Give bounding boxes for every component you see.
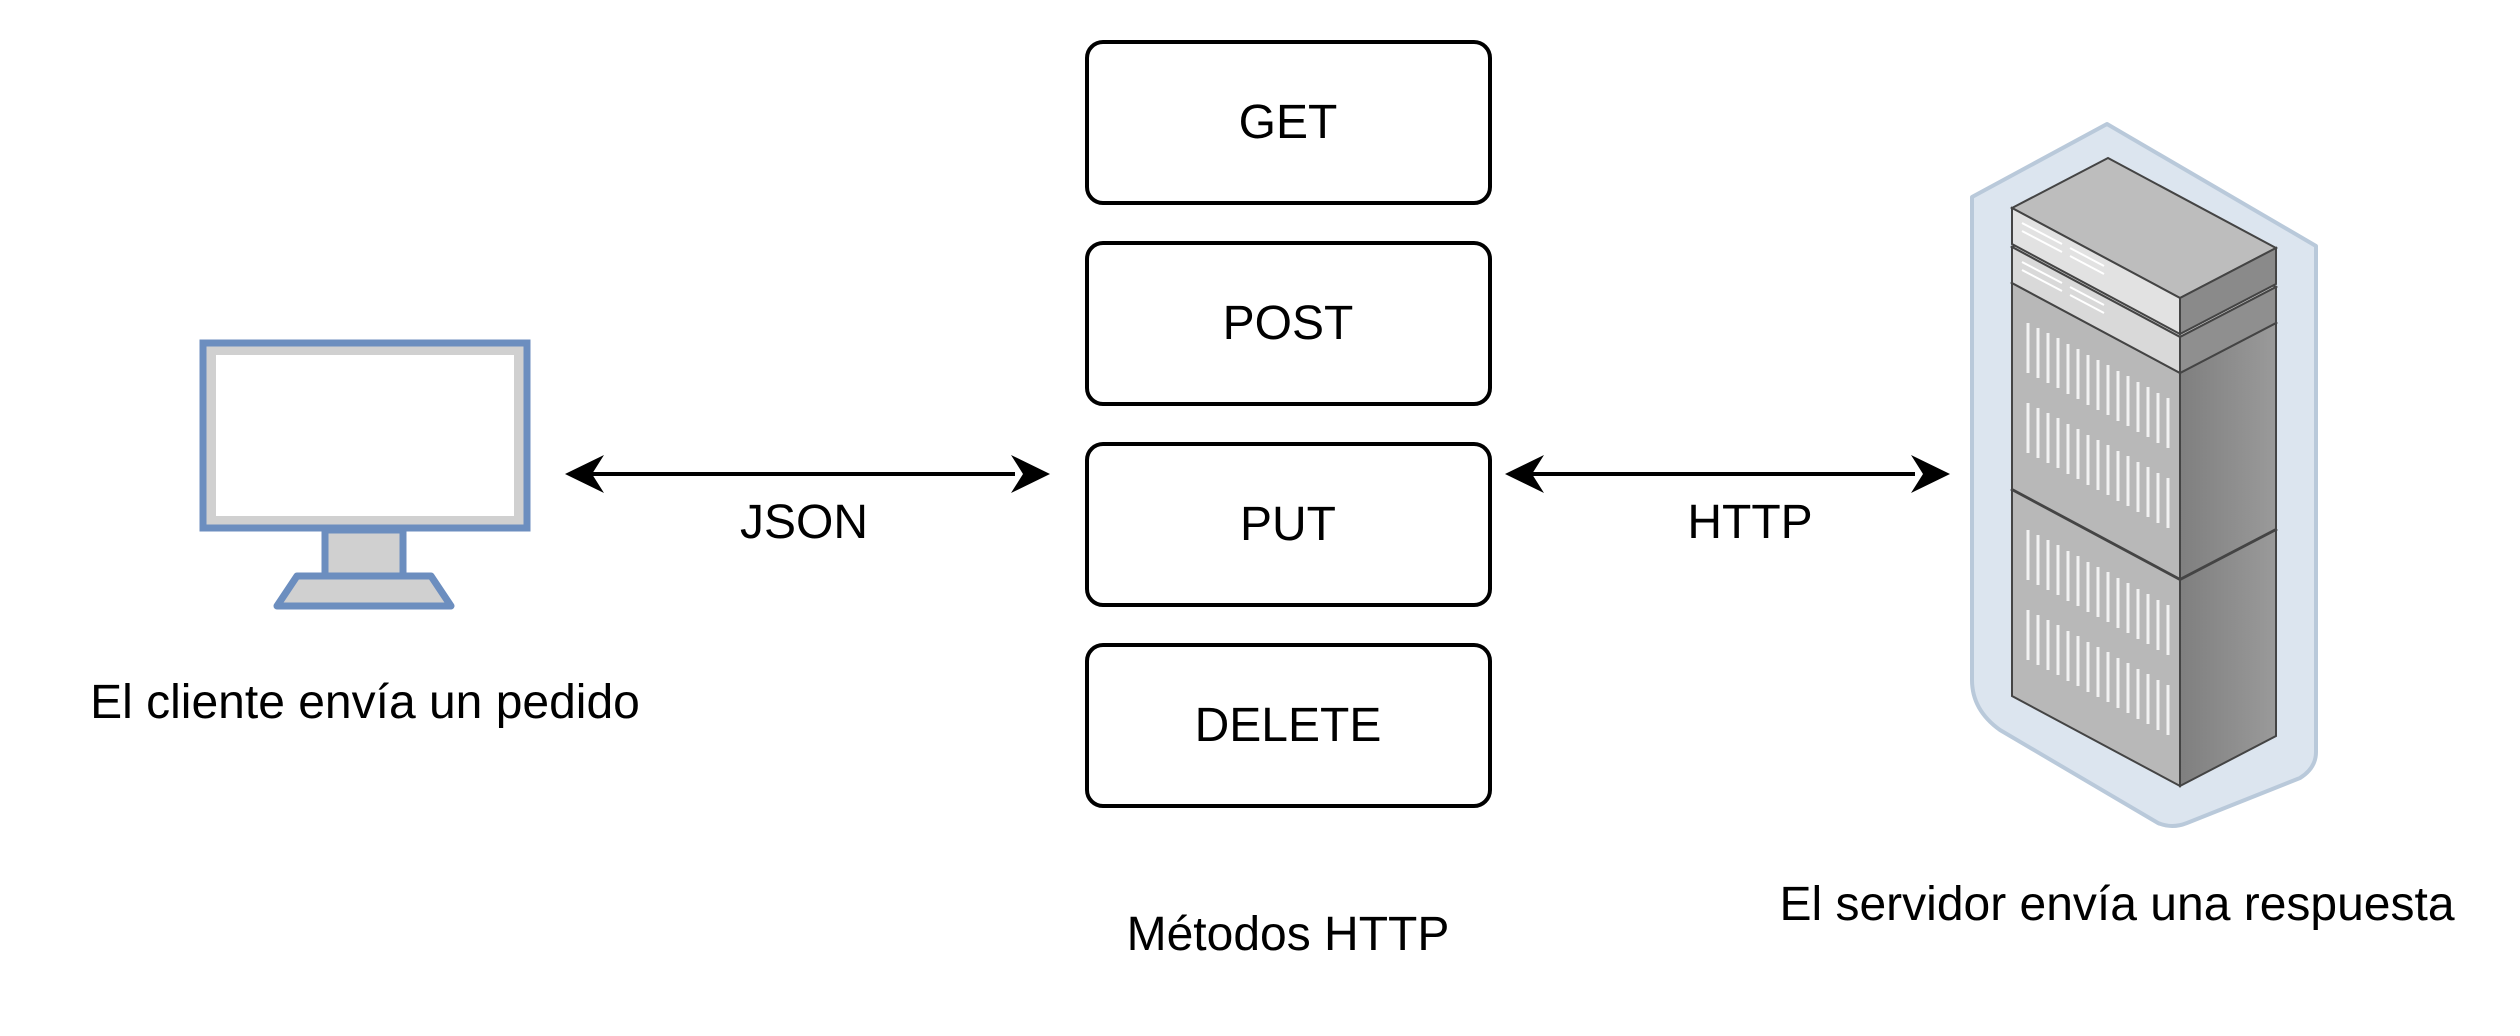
method-label-get: GET	[1239, 96, 1338, 149]
server-rack-icon	[1970, 122, 2318, 828]
method-box-post: POST	[1085, 241, 1492, 406]
server-caption: El servidor envía una respuesta	[1779, 878, 2454, 931]
http-connector-arrow	[1505, 455, 1950, 493]
method-label-put: PUT	[1240, 498, 1336, 551]
http-label: HTTP	[1687, 496, 1812, 549]
method-label-post: POST	[1223, 297, 1354, 350]
method-box-delete: DELETE	[1085, 643, 1492, 808]
json-connector-arrow	[565, 455, 1050, 493]
monitor-icon	[199, 339, 531, 610]
method-box-get: GET	[1085, 40, 1492, 205]
json-label: JSON	[740, 496, 868, 549]
method-box-put: PUT	[1085, 442, 1492, 607]
client-caption: El cliente envía un pedido	[90, 676, 640, 729]
methods-caption: Métodos HTTP	[1127, 908, 1450, 961]
method-label-delete: DELETE	[1195, 699, 1382, 752]
diagram-canvas: El cliente envía un pedido JSON GET POST…	[0, 0, 2520, 1036]
